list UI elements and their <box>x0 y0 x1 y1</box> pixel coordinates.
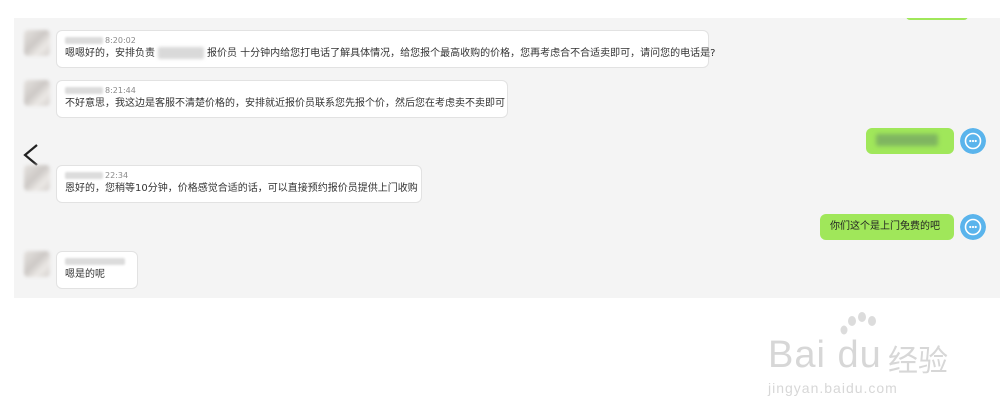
message-outgoing: 你们这个是上门免费的吧 <box>820 214 990 242</box>
message-bubble: 8:21:44 不好意思，我这边是客服不清楚价格的，安排就近报价员联系您先报个价… <box>56 80 508 118</box>
redacted-text <box>876 134 938 146</box>
message-text: 不好意思，我这边是客服不清楚价格的，安排就近报价员联系您先报个价，然后您在考虑卖… <box>65 98 505 109</box>
message-text: 嗯嗯好的，安排负责 报价员 十分钟内给您打电话了解具体情况，给您报个最高收购的价格… <box>65 46 716 61</box>
customer-service-avatar-icon <box>960 214 986 240</box>
message-meta: 8:20:02 <box>65 35 700 46</box>
watermark-brand: Bai du <box>768 334 882 376</box>
redacted-text <box>158 47 204 59</box>
redacted-sender-name <box>65 258 125 265</box>
message-text: 嗯是的呢 <box>65 269 105 280</box>
redacted-sender-name <box>65 172 103 179</box>
message-time: 8:20:02 <box>105 36 136 45</box>
redacted-sender-name <box>65 37 103 44</box>
message-text-part: 报价员 十分钟内给您打电话了解具体情况，给您报个最高收购的价格，您再考虑合不合适… <box>207 48 716 59</box>
avatar <box>24 30 50 56</box>
chat-panel: 8:20:02 嗯嗯好的，安排负责 报价员 十分钟内给您打电话了解具体情况，给您报… <box>14 18 1000 298</box>
message-bubble-own: 你们这个是上门免费的吧 <box>820 214 954 240</box>
message-text-part: 嗯嗯好的，安排负责 <box>65 48 155 59</box>
message-time: 8:21:44 <box>105 86 136 95</box>
message-bubble-own <box>866 128 954 154</box>
message-bubble: 22:34 恩好的，您稍等10分钟，价格感觉合适的话，可以直接预约报价员提供上门… <box>56 165 422 203</box>
redacted-sender-name <box>65 87 103 94</box>
avatar <box>24 165 50 191</box>
watermark-product: 经验 <box>888 344 948 379</box>
message-meta: 22:34 <box>65 170 413 181</box>
message-bubble: 8:20:02 嗯嗯好的，安排负责 报价员 十分钟内给您打电话了解具体情况，给您报… <box>56 30 716 68</box>
message-bubble: 嗯是的呢 <box>56 251 138 289</box>
avatar <box>24 251 50 277</box>
partial-message-bubble <box>906 18 968 20</box>
message-meta <box>65 256 129 267</box>
message-meta: 8:21:44 <box>65 85 499 96</box>
customer-service-avatar-icon <box>960 128 986 154</box>
watermark-url: jingyan.baidu.com <box>768 380 898 396</box>
message-time: 22:34 <box>105 171 129 180</box>
message-outgoing <box>866 128 986 156</box>
message-text: 恩好的，您稍等10分钟，价格感觉合适的话，可以直接预约报价员提供上门收购 <box>65 183 418 194</box>
avatar <box>24 80 50 106</box>
baidu-jingyan-watermark: Bai du 经验 jingyan.baidu.com <box>760 312 960 402</box>
